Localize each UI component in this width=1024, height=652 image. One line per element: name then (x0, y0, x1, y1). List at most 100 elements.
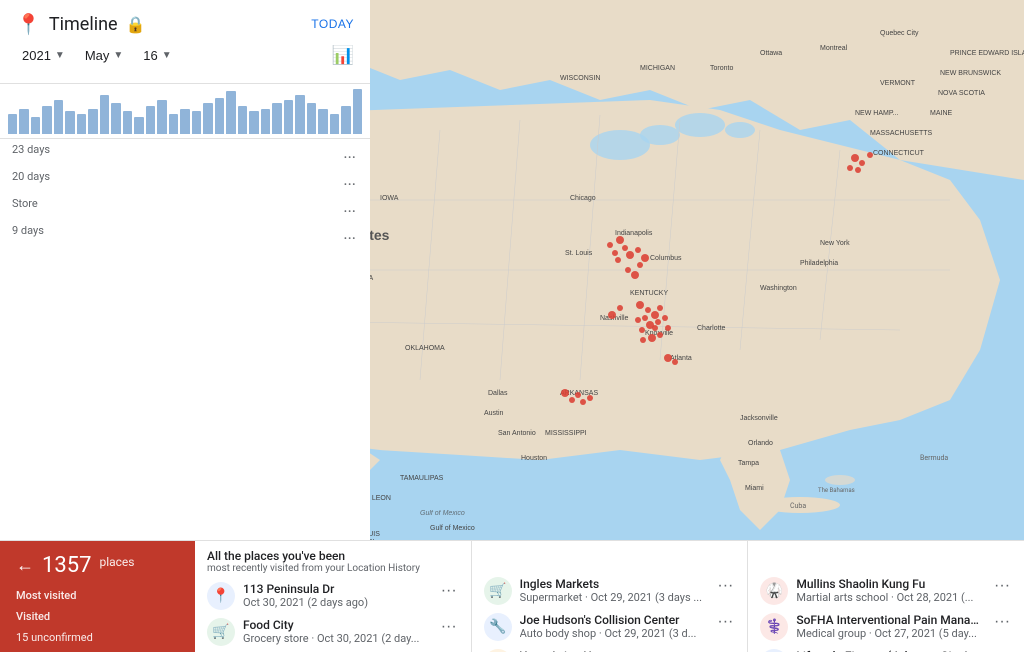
place-name-0-0: 113 Peninsula Dr (243, 582, 431, 596)
svg-text:WISCONSIN: WISCONSIN (560, 75, 600, 82)
svg-text:Miami: Miami (745, 485, 764, 492)
svg-text:NEW BRUNSWICK: NEW BRUNSWICK (940, 70, 1001, 77)
sidebar-list-item-0[interactable]: 23 days ... (0, 139, 370, 166)
more-btn-2-0[interactable]: ··· (992, 577, 1012, 595)
day-chevron: ▼ (162, 50, 172, 61)
visited-label: Visited (16, 610, 50, 623)
place-item-1-0[interactable]: 🛒 Ingles Markets Supermarket · Oct 29, 2… (472, 573, 748, 609)
place-item-2-2[interactable]: 💪 Lifestyle Fitness (Johnson City Loc...… (748, 645, 1024, 652)
svg-text:Quebec City: Quebec City (880, 30, 919, 37)
month-value: May (85, 48, 110, 63)
svg-text:MAINE: MAINE (930, 110, 953, 117)
chart-bar-16 (192, 111, 201, 134)
place-item-2-0[interactable]: 🥋 Mullins Shaolin Kung Fu Martial arts s… (748, 573, 1024, 609)
year-value: 2021 (22, 48, 51, 63)
month-chevron: ▼ (113, 50, 123, 61)
chart-bar-13 (157, 100, 166, 134)
place-info-0-1: Food City Grocery store · Oct 30, 2021 (… (243, 618, 431, 645)
chart-view-button[interactable]: 📊 (332, 45, 354, 66)
back-arrow-icon[interactable]: ← (16, 555, 34, 576)
more-btn-1-0[interactable]: ··· (715, 577, 735, 595)
sidebar-list-item-1[interactable]: 20 days ... (0, 166, 370, 193)
chart-bar-19 (226, 91, 235, 134)
svg-text:TAMAULIPAS: TAMAULIPAS (400, 475, 444, 482)
svg-text:Ottawa: Ottawa (760, 50, 782, 57)
svg-text:Austin: Austin (484, 410, 504, 417)
svg-text:Gulf of Mexico: Gulf of Mexico (430, 525, 475, 532)
more-btn-1-1[interactable]: ··· (715, 613, 735, 631)
svg-text:Gulf of Mexico: Gulf of Mexico (420, 510, 465, 517)
day-select[interactable]: 16 ▼ (137, 44, 177, 67)
bottom-panel: ← 1357 places Most visited Visited 15 un… (0, 540, 1024, 652)
place-detail-0-1: Grocery store · Oct 30, 2021 (2 day... (243, 632, 431, 645)
more-button-0[interactable]: ... (341, 143, 358, 162)
place-icon-0-1: 🛒 (207, 618, 235, 646)
svg-text:Jacksonville: Jacksonville (740, 415, 778, 422)
chart-bar-7 (88, 109, 97, 134)
place-item-1-1[interactable]: 🔧 Joe Hudson's Collision Center Auto bod… (472, 609, 748, 645)
chart-bar-23 (272, 103, 281, 134)
svg-text:MISSISSIPPI: MISSISSIPPI (545, 430, 587, 437)
chart-bar-20 (238, 106, 247, 134)
place-item-2-1[interactable]: ⚕️ SoFHA Interventional Pain Manage... M… (748, 609, 1024, 645)
chart-bar-2 (31, 117, 40, 134)
place-detail-1-1: Auto body shop · Oct 29, 2021 (3 d... (520, 627, 708, 640)
more-button-2[interactable]: ... (341, 197, 358, 216)
places-label: places (99, 555, 134, 569)
place-info-1-1: Joe Hudson's Collision Center Auto body … (520, 613, 708, 640)
chart-bar-24 (284, 100, 293, 134)
chart-bar-6 (77, 114, 86, 134)
place-name-2-1: SoFHA Interventional Pain Manage... (796, 613, 984, 627)
chart-bar-0 (8, 114, 17, 134)
unconfirmed-count: 15 unconfirmed (16, 631, 93, 644)
chart-bar-10 (123, 111, 132, 134)
chart-bar-3 (42, 106, 51, 134)
chart-bar-5 (65, 111, 74, 134)
chart-bar-25 (295, 95, 304, 134)
sidebar-list-item-2[interactable]: Store ... (0, 193, 370, 220)
place-info-2-0: Mullins Shaolin Kung Fu Martial arts sch… (796, 577, 984, 604)
column-1-header (472, 541, 748, 573)
place-info-0-0: 113 Peninsula Dr Oct 30, 2021 (2 days ag… (243, 582, 431, 609)
header-title-row: 📍 Timeline 🔒 (16, 12, 146, 36)
more-button-3[interactable]: ... (341, 224, 358, 243)
most-visited-label: Most visited (16, 589, 76, 602)
more-btn-0-0[interactable]: ··· (439, 582, 459, 600)
column-0-subheader: most recently visited from your Location… (207, 563, 459, 574)
more-button-1[interactable]: ... (341, 170, 358, 189)
places-list-panel: All the places you've been most recently… (195, 541, 1024, 652)
location-pin-icon: 📍 (16, 12, 41, 36)
sidebar-title: Timeline (49, 14, 118, 35)
svg-text:San Antonio: San Antonio (498, 430, 536, 437)
sidebar-list-item-3[interactable]: 9 days ... (0, 220, 370, 247)
more-btn-0-1[interactable]: ··· (439, 618, 459, 636)
month-select[interactable]: May ▼ (79, 44, 129, 67)
date-selectors: 2021 ▼ May ▼ 16 ▼ 📊 (16, 44, 354, 67)
place-item-0-1[interactable]: 🛒 Food City Grocery store · Oct 30, 2021… (195, 614, 471, 650)
places-column-1: 🛒 Ingles Markets Supermarket · Oct 29, 2… (472, 541, 749, 652)
place-item-0-0[interactable]: 📍 113 Peninsula Dr Oct 30, 2021 (2 days … (195, 578, 471, 614)
svg-text:Bermuda: Bermuda (920, 454, 948, 462)
place-item-1-2[interactable]: 🍜 Yong Asian House. Asian · Oct 29, 2021… (472, 645, 748, 652)
more-btn-2-1[interactable]: ··· (992, 613, 1012, 631)
column-2-header (748, 541, 1024, 573)
column-0-title: All the places you've been (207, 549, 459, 563)
svg-text:Philadelphia: Philadelphia (800, 260, 838, 267)
svg-text:VERMONT: VERMONT (880, 80, 916, 87)
chart-bar-21 (249, 111, 258, 134)
mini-chart (0, 84, 370, 139)
stats-row: Most visited Visited 15 unconfirmed (16, 584, 179, 645)
sidebar-item-text-1: 20 days (12, 170, 50, 183)
svg-text:CONNECTICUT: CONNECTICUT (873, 150, 925, 157)
today-button[interactable]: TODAY (311, 17, 354, 31)
place-name-2-0: Mullins Shaolin Kung Fu (796, 577, 984, 591)
svg-text:Chicago: Chicago (570, 195, 596, 202)
sidebar-item-text-0: 23 days (12, 143, 50, 156)
places-header: ← 1357 places (16, 553, 179, 578)
svg-text:The Bahamas: The Bahamas (818, 487, 855, 494)
year-select[interactable]: 2021 ▼ (16, 44, 71, 67)
place-icon-2-1: ⚕️ (760, 613, 788, 641)
chart-bar-28 (330, 114, 339, 134)
sidebar-item-text-2: Store (12, 197, 38, 210)
chart-bar-15 (180, 109, 189, 134)
